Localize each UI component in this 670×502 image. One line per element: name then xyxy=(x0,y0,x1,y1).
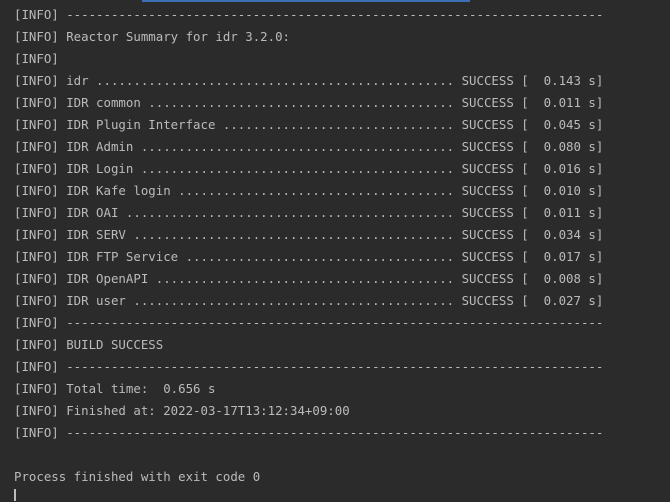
log-module-login: [INFO] IDR Login .......................… xyxy=(14,161,604,176)
log-module-ftp-service: [INFO] IDR FTP Service .................… xyxy=(14,249,604,264)
log-separator-top: [INFO] ---------------------------------… xyxy=(14,7,604,22)
log-blank: [INFO] xyxy=(14,51,59,66)
log-build-success: [INFO] BUILD SUCCESS xyxy=(14,337,164,352)
log-reactor-summary: [INFO] Reactor Summary for idr 3.2.0: xyxy=(14,29,291,44)
console-output[interactable]: [INFO] ---------------------------------… xyxy=(0,0,670,502)
log-module-user: [INFO] IDR user ........................… xyxy=(14,293,604,308)
log-finished-at: [INFO] Finished at: 2022-03-17T13:12:34+… xyxy=(14,403,350,418)
scroll-indicator xyxy=(142,0,470,2)
log-module-admin: [INFO] IDR Admin .......................… xyxy=(14,139,604,154)
log-separator: [INFO] ---------------------------------… xyxy=(14,315,604,330)
log-module-openapi: [INFO] IDR OpenAPI .....................… xyxy=(14,271,604,286)
log-module-serv: [INFO] IDR SERV ........................… xyxy=(14,227,604,242)
log-module-kafe-login: [INFO] IDR Kafe login ..................… xyxy=(14,183,604,198)
log-module-plugin-interface: [INFO] IDR Plugin Interface ............… xyxy=(14,117,604,132)
log-total-time: [INFO] Total time: 0.656 s xyxy=(14,381,216,396)
log-module-common: [INFO] IDR common ......................… xyxy=(14,95,604,110)
log-separator-bottom: [INFO] ---------------------------------… xyxy=(14,425,604,440)
log-module-idr: [INFO] idr .............................… xyxy=(14,73,604,88)
exit-message: Process finished with exit code 0 xyxy=(14,469,261,484)
log-module-oai: [INFO] IDR OAI .........................… xyxy=(14,205,604,220)
text-cursor[interactable] xyxy=(14,489,16,501)
log-separator: [INFO] ---------------------------------… xyxy=(14,359,604,374)
